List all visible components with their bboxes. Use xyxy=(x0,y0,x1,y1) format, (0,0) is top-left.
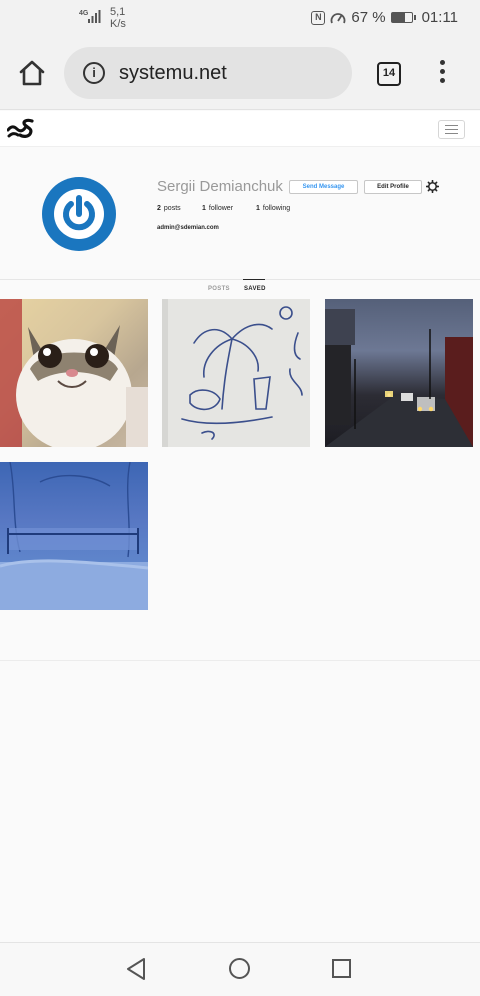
system-navigation-bar xyxy=(0,942,480,996)
network-type: 4G xyxy=(79,10,89,17)
posts-count: 2 xyxy=(157,205,161,212)
battery-icon xyxy=(390,12,416,23)
saved-item-snow-photo[interactable] xyxy=(0,462,148,610)
tab-saved[interactable]: SAVED xyxy=(244,286,266,292)
home-circle-icon[interactable] xyxy=(229,958,250,979)
tab-switcher-button[interactable]: 14 xyxy=(377,62,401,86)
following-stat[interactable]: 1 following xyxy=(256,205,290,212)
drawing-image xyxy=(168,299,310,447)
browser-toolbar: i systemu.net 14 xyxy=(0,36,480,110)
avatar xyxy=(42,177,116,251)
recents-icon[interactable] xyxy=(332,959,351,978)
profile-stats: 2 posts 1 follower 1 following xyxy=(157,205,290,212)
network-speed: 5,1 K/s xyxy=(110,6,126,30)
following-count: 1 xyxy=(256,205,260,212)
signal-icon xyxy=(88,10,101,23)
saved-item-street-photo[interactable] xyxy=(325,299,473,447)
site-header xyxy=(0,111,480,147)
battery-percent: 67 % xyxy=(351,9,386,26)
site-logo[interactable] xyxy=(7,117,35,139)
overflow-menu-icon[interactable] xyxy=(436,60,448,88)
posts-label: posts xyxy=(163,205,181,212)
followers-stat[interactable]: 1 follower xyxy=(202,205,256,212)
url-text[interactable]: systemu.net xyxy=(119,62,227,85)
profile-username: Sergii Demianchuk xyxy=(157,178,283,195)
hamburger-menu-icon[interactable] xyxy=(438,120,465,139)
send-message-button[interactable]: Send Message xyxy=(289,180,358,194)
active-tab-indicator xyxy=(243,279,265,280)
tab-posts[interactable]: POSTS xyxy=(208,286,230,292)
power-icon xyxy=(63,195,95,231)
followers-label: follower xyxy=(208,205,234,212)
network-speed-unit: K/s xyxy=(110,18,126,30)
home-icon[interactable] xyxy=(17,58,47,88)
saved-item-drawing-photo[interactable] xyxy=(162,299,310,447)
gear-icon[interactable] xyxy=(426,180,439,193)
speedometer-icon xyxy=(330,12,346,23)
profile-email: admin@sdemian.com xyxy=(157,225,219,231)
posts-stat: 2 posts xyxy=(157,205,202,212)
tab-divider xyxy=(0,279,480,280)
street-image xyxy=(325,309,473,447)
info-icon[interactable]: i xyxy=(83,62,105,84)
address-bar[interactable]: i systemu.net xyxy=(64,47,352,99)
grid-divider xyxy=(0,660,480,661)
status-bar: 4G 5,1 K/s N 67 % 01:11 xyxy=(0,0,480,36)
saved-item-cat-photo[interactable] xyxy=(0,299,148,447)
clock: 01:11 xyxy=(421,9,458,26)
followers-count: 1 xyxy=(202,205,206,212)
network-speed-value: 5,1 xyxy=(110,6,126,18)
cat-image xyxy=(0,299,148,447)
following-label: following xyxy=(262,205,291,212)
nfc-icon: N xyxy=(311,10,326,25)
back-icon[interactable] xyxy=(125,957,147,981)
snow-image xyxy=(0,462,148,610)
edit-profile-button[interactable]: Edit Profile xyxy=(364,180,422,194)
